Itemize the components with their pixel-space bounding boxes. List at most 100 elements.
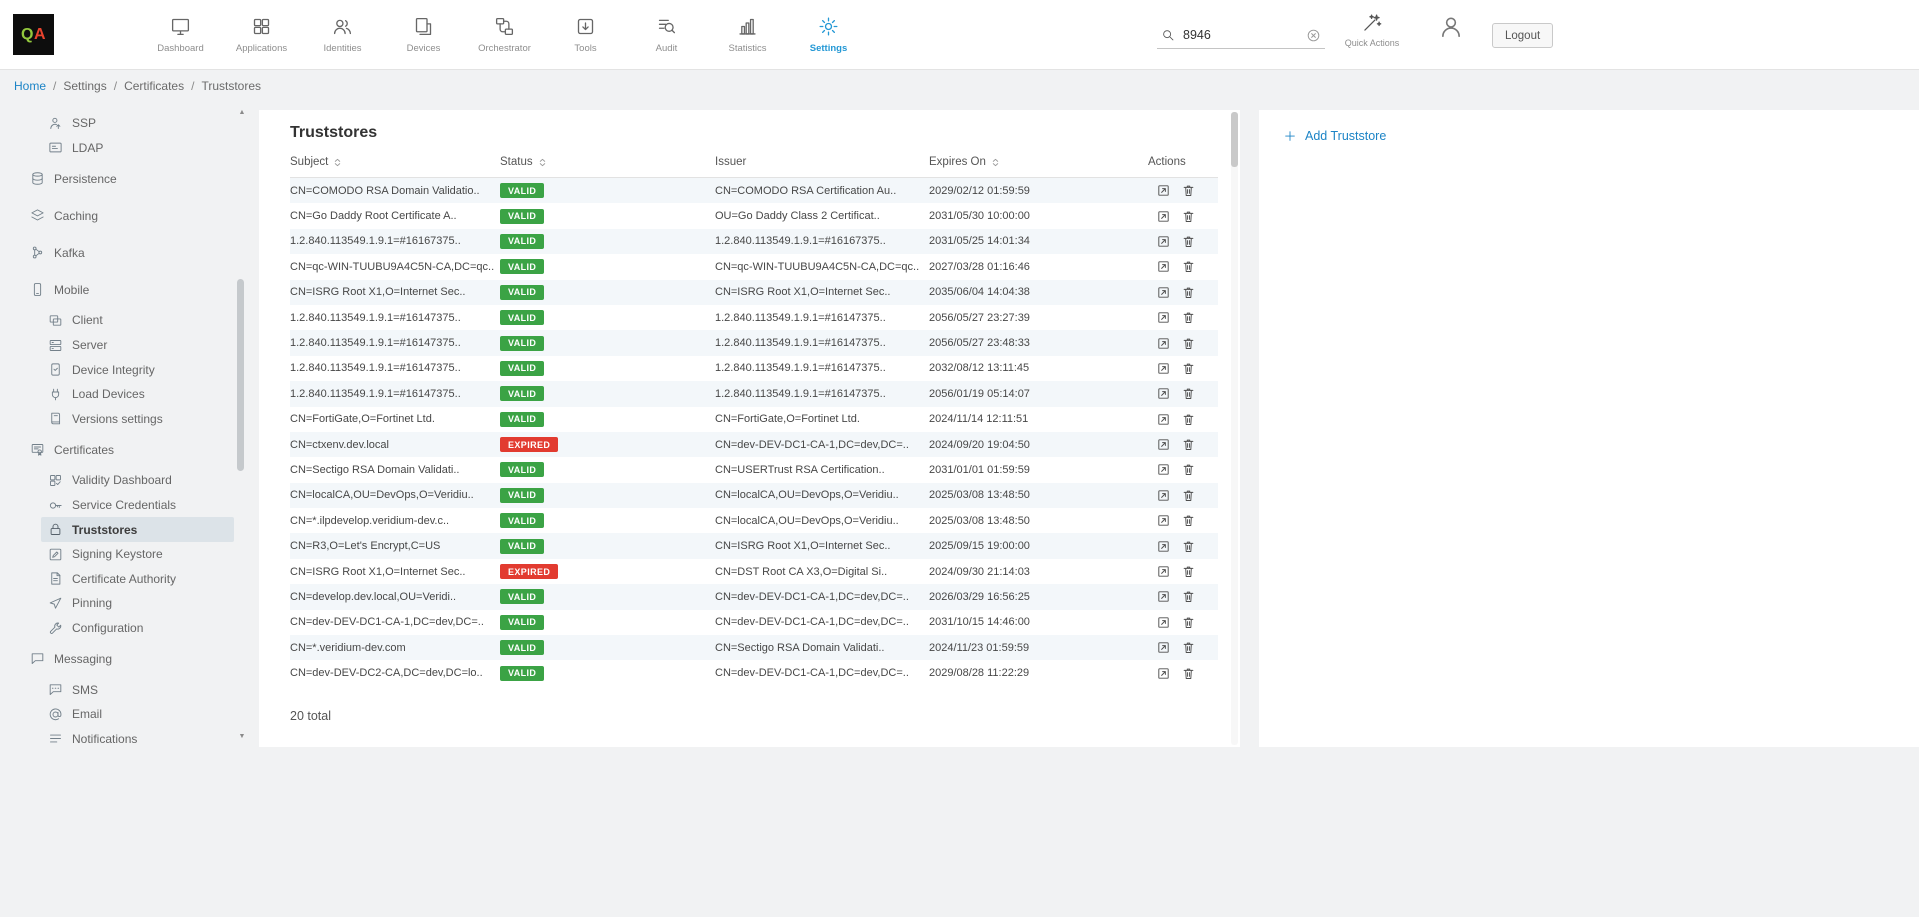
sidebar-item-certificates[interactable]: Certificates	[0, 431, 250, 468]
sidebar-item-sms[interactable]: SMS	[41, 677, 234, 702]
delete-truststore-button[interactable]	[1181, 336, 1196, 351]
clear-search-icon[interactable]	[1306, 28, 1321, 43]
actions-cell	[1148, 259, 1218, 274]
sidebar-item-load-devices[interactable]: Load Devices	[41, 382, 234, 407]
add-truststore-button[interactable]: Add Truststore	[1283, 129, 1386, 143]
view-truststore-button[interactable]	[1156, 640, 1171, 655]
nav-item-audit[interactable]: Audit	[626, 0, 707, 70]
sidebar-item-signing-keystore[interactable]: Signing Keystore	[41, 542, 234, 567]
view-truststore-button[interactable]	[1156, 361, 1171, 376]
column-header-subject[interactable]: Subject	[290, 156, 500, 168]
status-badge: VALID	[500, 488, 544, 503]
view-truststore-button[interactable]	[1156, 564, 1171, 579]
sidebar-item-validity-dashboard[interactable]: Validity Dashboard	[41, 468, 234, 493]
logout-button[interactable]: Logout	[1492, 23, 1553, 48]
view-truststore-button[interactable]	[1156, 462, 1171, 477]
breadcrumb-certificates[interactable]: Certificates	[124, 79, 184, 93]
actions-cell	[1148, 488, 1218, 503]
table-row: CN=*.veridium-dev.comVALIDCN=Sectigo RSA…	[290, 635, 1218, 660]
view-truststore-button[interactable]	[1156, 615, 1171, 630]
sidebar-item-ssp[interactable]: SSP	[41, 111, 234, 136]
column-header-status[interactable]: Status	[500, 156, 715, 168]
nav-item-statistics[interactable]: Statistics	[707, 0, 788, 70]
sidebar-item-pinning[interactable]: Pinning	[41, 591, 234, 616]
delete-truststore-button[interactable]	[1181, 285, 1196, 300]
table-scrollbar-track[interactable]	[1231, 112, 1238, 745]
sidebar-item-email[interactable]: Email	[41, 702, 234, 727]
sidebar-scroll-up-icon[interactable]: ▲	[236, 109, 248, 116]
view-truststore-button[interactable]	[1156, 437, 1171, 452]
nav-item-dashboard[interactable]: Dashboard	[140, 0, 221, 70]
nav-item-settings[interactable]: Settings	[788, 0, 869, 70]
delete-truststore-button[interactable]	[1181, 513, 1196, 528]
delete-truststore-button[interactable]	[1181, 437, 1196, 452]
sidebar-item-ldap[interactable]: LDAP	[41, 136, 234, 161]
delete-truststore-button[interactable]	[1181, 259, 1196, 274]
delete-truststore-button[interactable]	[1181, 640, 1196, 655]
view-truststore-button[interactable]	[1156, 285, 1171, 300]
view-truststore-button[interactable]	[1156, 666, 1171, 681]
delete-truststore-button[interactable]	[1181, 589, 1196, 604]
delete-truststore-button[interactable]	[1181, 209, 1196, 224]
search-input[interactable]	[1183, 28, 1298, 42]
delete-truststore-button[interactable]	[1181, 615, 1196, 630]
issuer-cell: CN=dev-DEV-DC1-CA-1,DC=dev,DC=..	[715, 616, 929, 628]
delete-truststore-button[interactable]	[1181, 564, 1196, 579]
view-truststore-button[interactable]	[1156, 234, 1171, 249]
view-truststore-button[interactable]	[1156, 259, 1171, 274]
breadcrumb-settings[interactable]: Settings	[63, 79, 106, 93]
sidebar-item-notifications[interactable]: Notifications	[41, 727, 234, 748]
view-truststore-button[interactable]	[1156, 336, 1171, 351]
sidebar-item-certificate-authority[interactable]: Certificate Authority	[41, 567, 234, 592]
app-logo[interactable]: QA	[13, 14, 54, 55]
sidebar-item-service-credentials[interactable]: Service Credentials	[41, 493, 234, 518]
breadcrumb-home[interactable]: Home	[14, 79, 46, 93]
view-truststore-button[interactable]	[1156, 589, 1171, 604]
breadcrumb-truststores: Truststores	[201, 79, 261, 93]
sidebar-scrollbar[interactable]	[237, 279, 244, 471]
quick-actions-button[interactable]: Quick Actions	[1341, 13, 1403, 48]
sidebar-item-persistence[interactable]: Persistence	[0, 160, 250, 197]
table-row: CN=Sectigo RSA Domain Validati..VALIDCN=…	[290, 457, 1218, 482]
user-icon[interactable]	[1438, 14, 1464, 40]
view-truststore-button[interactable]	[1156, 539, 1171, 554]
view-truststore-button[interactable]	[1156, 386, 1171, 401]
sidebar-item-caching[interactable]: Caching	[0, 197, 250, 234]
view-truststore-button[interactable]	[1156, 183, 1171, 198]
sidebar-item-client[interactable]: Client	[41, 308, 234, 333]
table-row: CN=dev-DEV-DC2-CA,DC=dev,DC=lo..VALIDCN=…	[290, 660, 1218, 685]
sidebar-item-versions-settings[interactable]: Versions settings	[41, 407, 234, 432]
sidebar-item-messaging[interactable]: Messaging	[0, 640, 250, 677]
sidebar-item-mobile[interactable]: Mobile	[0, 271, 250, 308]
delete-truststore-button[interactable]	[1181, 488, 1196, 503]
delete-truststore-button[interactable]	[1181, 361, 1196, 376]
delete-truststore-button[interactable]	[1181, 234, 1196, 249]
nav-item-identities[interactable]: Identities	[302, 0, 383, 70]
sidebar-item-kafka[interactable]: Kafka	[0, 234, 250, 271]
view-truststore-button[interactable]	[1156, 209, 1171, 224]
nav-item-applications[interactable]: Applications	[221, 0, 302, 70]
sidebar-item-server[interactable]: Server	[41, 333, 234, 358]
table-scrollbar-thumb[interactable]	[1231, 112, 1238, 167]
delete-truststore-button[interactable]	[1181, 666, 1196, 681]
expires-cell: 2056/01/19 05:14:07	[929, 388, 1148, 400]
nav-item-devices[interactable]: Devices	[383, 0, 464, 70]
column-header-expires-on[interactable]: Expires On	[929, 156, 1148, 168]
delete-truststore-button[interactable]	[1181, 462, 1196, 477]
delete-truststore-button[interactable]	[1181, 310, 1196, 325]
actions-cell	[1148, 462, 1218, 477]
view-truststore-button[interactable]	[1156, 310, 1171, 325]
delete-truststore-button[interactable]	[1181, 386, 1196, 401]
view-truststore-button[interactable]	[1156, 513, 1171, 528]
delete-truststore-button[interactable]	[1181, 183, 1196, 198]
delete-truststore-button[interactable]	[1181, 539, 1196, 554]
nav-item-orchestrator[interactable]: Orchestrator	[464, 0, 545, 70]
sidebar-item-device-integrity[interactable]: Device Integrity	[41, 357, 234, 382]
view-truststore-button[interactable]	[1156, 488, 1171, 503]
nav-item-tools[interactable]: Tools	[545, 0, 626, 70]
sidebar-item-configuration[interactable]: Configuration	[41, 616, 234, 641]
sidebar-scroll-down-icon[interactable]: ▼	[236, 733, 248, 740]
sidebar-item-truststores[interactable]: Truststores	[41, 517, 234, 542]
delete-truststore-button[interactable]	[1181, 412, 1196, 427]
view-truststore-button[interactable]	[1156, 412, 1171, 427]
